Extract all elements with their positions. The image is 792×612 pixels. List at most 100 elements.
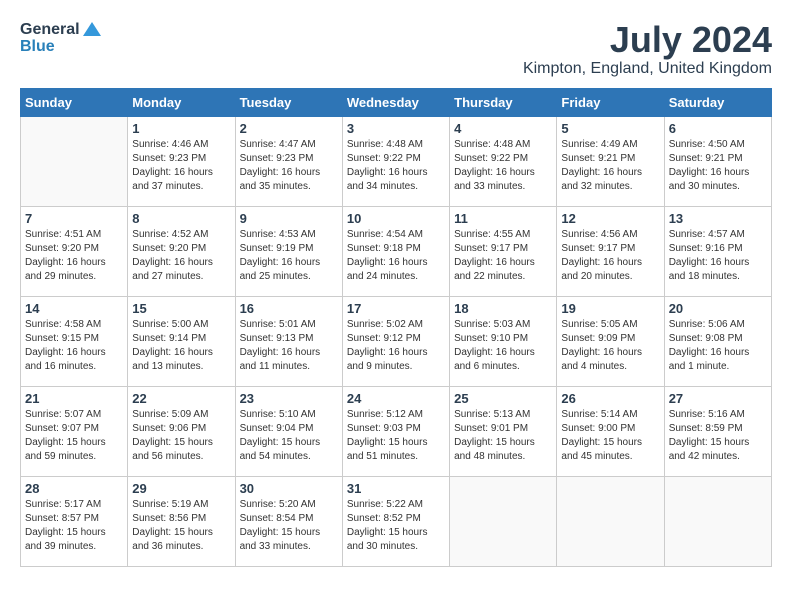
day-number: 7 xyxy=(25,211,123,226)
page-header: General Blue July 2024 Kimpton, England,… xyxy=(20,20,772,78)
day-number: 24 xyxy=(347,391,445,406)
day-info: Sunrise: 5:07 AM Sunset: 9:07 PM Dayligh… xyxy=(25,408,123,464)
day-info: Sunrise: 4:47 AM Sunset: 9:23 PM Dayligh… xyxy=(240,138,338,194)
calendar-cell xyxy=(450,476,557,566)
calendar-cell: 27Sunrise: 5:16 AM Sunset: 8:59 PM Dayli… xyxy=(664,386,771,476)
day-number: 6 xyxy=(669,121,767,136)
calendar-cell: 24 Sunrise: 5:12 AM Sunset: 9:03 PM Dayli… xyxy=(342,386,449,476)
calendar-week-row: 21Sunrise: 5:07 AM Sunset: 9:07 PM Dayli… xyxy=(21,386,772,476)
day-info: Sunrise: 5:03 AM Sunset: 9:10 PM Dayligh… xyxy=(454,318,552,374)
logo-triangle-icon xyxy=(83,22,101,36)
calendar-cell xyxy=(21,116,128,206)
day-info: Sunrise: 4:55 AM Sunset: 9:17 PM Dayligh… xyxy=(454,228,552,284)
day-number: 14 xyxy=(25,301,123,316)
day-info: Sunrise: 5:02 AM Sunset: 9:12 PM Dayligh… xyxy=(347,318,445,374)
day-info: Sunrise: 4:54 AM Sunset: 9:18 PM Dayligh… xyxy=(347,228,445,284)
calendar-cell: 1Sunrise: 4:46 AM Sunset: 9:23 PM Daylig… xyxy=(128,116,235,206)
day-number: 17 xyxy=(347,301,445,316)
day-info: Sunrise: 4:52 AM Sunset: 9:20 PM Dayligh… xyxy=(132,228,230,284)
calendar-cell: 22Sunrise: 5:09 AM Sunset: 9:06 PM Dayli… xyxy=(128,386,235,476)
day-info: Sunrise: 5:16 AM Sunset: 8:59 PM Dayligh… xyxy=(669,408,767,464)
day-info: Sunrise: 4:48 AM Sunset: 9:22 PM Dayligh… xyxy=(347,138,445,194)
day-info: Sunrise: 4:57 AM Sunset: 9:16 PM Dayligh… xyxy=(669,228,767,284)
calendar-cell: 26 Sunrise: 5:14 AM Sunset: 9:00 PM Dayli… xyxy=(557,386,664,476)
day-number: 11 xyxy=(454,211,552,226)
day-number: 5 xyxy=(561,121,659,136)
calendar-cell xyxy=(664,476,771,566)
day-number: 18 xyxy=(454,301,552,316)
day-info: Sunrise: 5:19 AM Sunset: 8:56 PM Dayligh… xyxy=(132,498,230,554)
day-header-thursday: Thursday xyxy=(450,88,557,116)
day-number: 12 xyxy=(561,211,659,226)
calendar-cell: 20 Sunrise: 5:06 AM Sunset: 9:08 PM Dayli… xyxy=(664,296,771,386)
calendar-cell: 9Sunrise: 4:53 AM Sunset: 9:19 PM Daylig… xyxy=(235,206,342,296)
calendar-cell: 7 Sunrise: 4:51 AM Sunset: 9:20 PM Daylig… xyxy=(21,206,128,296)
calendar-week-row: 14 Sunrise: 4:58 AM Sunset: 9:15 PM Dayli… xyxy=(21,296,772,386)
calendar-cell: 12 Sunrise: 4:56 AM Sunset: 9:17 PM Dayli… xyxy=(557,206,664,296)
calendar-cell: 28 Sunrise: 5:17 AM Sunset: 8:57 PM Dayli… xyxy=(21,476,128,566)
day-number: 13 xyxy=(669,211,767,226)
day-number: 29 xyxy=(132,481,230,496)
calendar-cell: 8Sunrise: 4:52 AM Sunset: 9:20 PM Daylig… xyxy=(128,206,235,296)
day-info: Sunrise: 4:49 AM Sunset: 9:21 PM Dayligh… xyxy=(561,138,659,194)
day-number: 16 xyxy=(240,301,338,316)
day-info: Sunrise: 5:10 AM Sunset: 9:04 PM Dayligh… xyxy=(240,408,338,464)
day-number: 10 xyxy=(347,211,445,226)
day-header-sunday: Sunday xyxy=(21,88,128,116)
calendar-cell: 29 Sunrise: 5:19 AM Sunset: 8:56 PM Dayli… xyxy=(128,476,235,566)
calendar-cell: 19 Sunrise: 5:05 AM Sunset: 9:09 PM Dayli… xyxy=(557,296,664,386)
calendar-cell: 14 Sunrise: 4:58 AM Sunset: 9:15 PM Dayli… xyxy=(21,296,128,386)
calendar-cell: 11 Sunrise: 4:55 AM Sunset: 9:17 PM Dayli… xyxy=(450,206,557,296)
calendar-cell: 13 Sunrise: 4:57 AM Sunset: 9:16 PM Dayli… xyxy=(664,206,771,296)
day-info: Sunrise: 5:22 AM Sunset: 8:52 PM Dayligh… xyxy=(347,498,445,554)
day-info: Sunrise: 5:14 AM Sunset: 9:00 PM Dayligh… xyxy=(561,408,659,464)
calendar-cell: 21Sunrise: 5:07 AM Sunset: 9:07 PM Dayli… xyxy=(21,386,128,476)
day-number: 15 xyxy=(132,301,230,316)
day-info: Sunrise: 5:06 AM Sunset: 9:08 PM Dayligh… xyxy=(669,318,767,374)
calendar-table: SundayMondayTuesdayWednesdayThursdayFrid… xyxy=(20,88,772,567)
day-number: 23 xyxy=(240,391,338,406)
calendar-cell: 30 Sunrise: 5:20 AM Sunset: 8:54 PM Dayli… xyxy=(235,476,342,566)
month-year-title: July 2024 xyxy=(523,20,772,60)
day-info: Sunrise: 5:00 AM Sunset: 9:14 PM Dayligh… xyxy=(132,318,230,374)
calendar-cell: 5 Sunrise: 4:49 AM Sunset: 9:21 PM Daylig… xyxy=(557,116,664,206)
day-number: 3 xyxy=(347,121,445,136)
calendar-header-row: SundayMondayTuesdayWednesdayThursdayFrid… xyxy=(21,88,772,116)
day-number: 19 xyxy=(561,301,659,316)
day-header-friday: Friday xyxy=(557,88,664,116)
calendar-cell: 10 Sunrise: 4:54 AM Sunset: 9:18 PM Dayli… xyxy=(342,206,449,296)
calendar-cell: 25 Sunrise: 5:13 AM Sunset: 9:01 PM Dayli… xyxy=(450,386,557,476)
calendar-cell: 2 Sunrise: 4:47 AM Sunset: 9:23 PM Daylig… xyxy=(235,116,342,206)
calendar-week-row: 7 Sunrise: 4:51 AM Sunset: 9:20 PM Daylig… xyxy=(21,206,772,296)
calendar-cell: 18 Sunrise: 5:03 AM Sunset: 9:10 PM Dayli… xyxy=(450,296,557,386)
day-number: 26 xyxy=(561,391,659,406)
title-block: July 2024 Kimpton, England, United Kingd… xyxy=(523,20,772,78)
calendar-cell: 4Sunrise: 4:48 AM Sunset: 9:22 PM Daylig… xyxy=(450,116,557,206)
day-info: Sunrise: 4:51 AM Sunset: 9:20 PM Dayligh… xyxy=(25,228,123,284)
day-info: Sunrise: 5:01 AM Sunset: 9:13 PM Dayligh… xyxy=(240,318,338,374)
day-info: Sunrise: 5:05 AM Sunset: 9:09 PM Dayligh… xyxy=(561,318,659,374)
calendar-cell: 6Sunrise: 4:50 AM Sunset: 9:21 PM Daylig… xyxy=(664,116,771,206)
day-number: 20 xyxy=(669,301,767,316)
day-info: Sunrise: 4:56 AM Sunset: 9:17 PM Dayligh… xyxy=(561,228,659,284)
day-header-monday: Monday xyxy=(128,88,235,116)
calendar-cell: 16 Sunrise: 5:01 AM Sunset: 9:13 PM Dayli… xyxy=(235,296,342,386)
calendar-cell: 31 Sunrise: 5:22 AM Sunset: 8:52 PM Dayli… xyxy=(342,476,449,566)
day-info: Sunrise: 5:13 AM Sunset: 9:01 PM Dayligh… xyxy=(454,408,552,464)
day-number: 28 xyxy=(25,481,123,496)
day-header-saturday: Saturday xyxy=(664,88,771,116)
day-number: 9 xyxy=(240,211,338,226)
day-info: Sunrise: 5:17 AM Sunset: 8:57 PM Dayligh… xyxy=(25,498,123,554)
calendar-cell: 17 Sunrise: 5:02 AM Sunset: 9:12 PM Dayli… xyxy=(342,296,449,386)
day-info: Sunrise: 5:20 AM Sunset: 8:54 PM Dayligh… xyxy=(240,498,338,554)
calendar-cell xyxy=(557,476,664,566)
day-number: 25 xyxy=(454,391,552,406)
day-number: 30 xyxy=(240,481,338,496)
logo-blue-text: Blue xyxy=(20,37,101,56)
day-info: Sunrise: 5:09 AM Sunset: 9:06 PM Dayligh… xyxy=(132,408,230,464)
day-number: 2 xyxy=(240,121,338,136)
day-info: Sunrise: 5:12 AM Sunset: 9:03 PM Dayligh… xyxy=(347,408,445,464)
day-info: Sunrise: 4:58 AM Sunset: 9:15 PM Dayligh… xyxy=(25,318,123,374)
day-number: 31 xyxy=(347,481,445,496)
calendar-cell: 23 Sunrise: 5:10 AM Sunset: 9:04 PM Dayli… xyxy=(235,386,342,476)
